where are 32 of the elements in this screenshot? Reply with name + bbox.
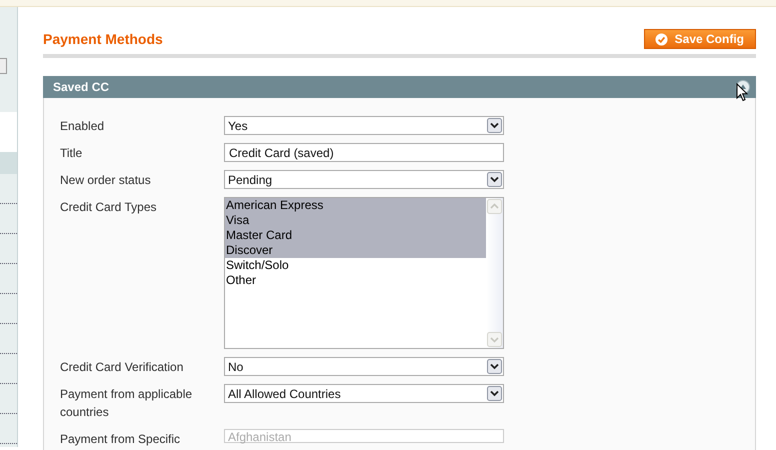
dropdown-value: All Allowed Countries — [228, 386, 341, 400]
section-title: Saved CC — [53, 80, 110, 94]
page-title: Payment Methods — [43, 31, 163, 47]
dropdown[interactable]: Yes — [224, 116, 504, 135]
dropdown-value: Yes — [228, 118, 248, 132]
text-field[interactable]: Credit Card (saved) — [224, 143, 504, 162]
field-label: Payment from Specific — [60, 431, 182, 448]
scrollbar[interactable] — [486, 198, 503, 348]
multiselect-list[interactable]: American Express Visa Master Card Discover Switch/Solo Other — [224, 197, 504, 349]
scroll-down-icon[interactable] — [487, 332, 502, 347]
dropdown-value: No — [228, 360, 244, 374]
field-label: Title — [60, 145, 84, 162]
list-option[interactable]: Master Card — [225, 228, 486, 243]
list-option[interactable]: Visa — [225, 213, 486, 228]
dropdown[interactable]: All Allowed Countries — [224, 384, 504, 403]
scroll-up-icon[interactable] — [487, 199, 502, 214]
select-field[interactable] — [0, 58, 7, 74]
list-option[interactable]: Discover — [225, 243, 486, 258]
list-option[interactable]: Other — [225, 273, 486, 288]
field-label: New order status — [60, 172, 152, 189]
field-label: Credit Card Types — [60, 199, 158, 216]
check-icon — [654, 32, 668, 46]
list-option: Afghanistan — [228, 430, 292, 444]
field-label: Credit Card Verification — [60, 359, 184, 376]
dropdown[interactable]: No — [224, 357, 504, 376]
dropdown[interactable]: Pending — [224, 170, 504, 189]
field-label: Enabled — [60, 118, 106, 135]
field-label: Payment from applicable countries — [60, 386, 194, 421]
sidebar-block — [0, 112, 17, 152]
list-option[interactable]: Switch/Solo — [225, 258, 486, 273]
list-option[interactable]: American Express — [225, 198, 486, 213]
dropdown-value: Pending — [228, 172, 272, 186]
